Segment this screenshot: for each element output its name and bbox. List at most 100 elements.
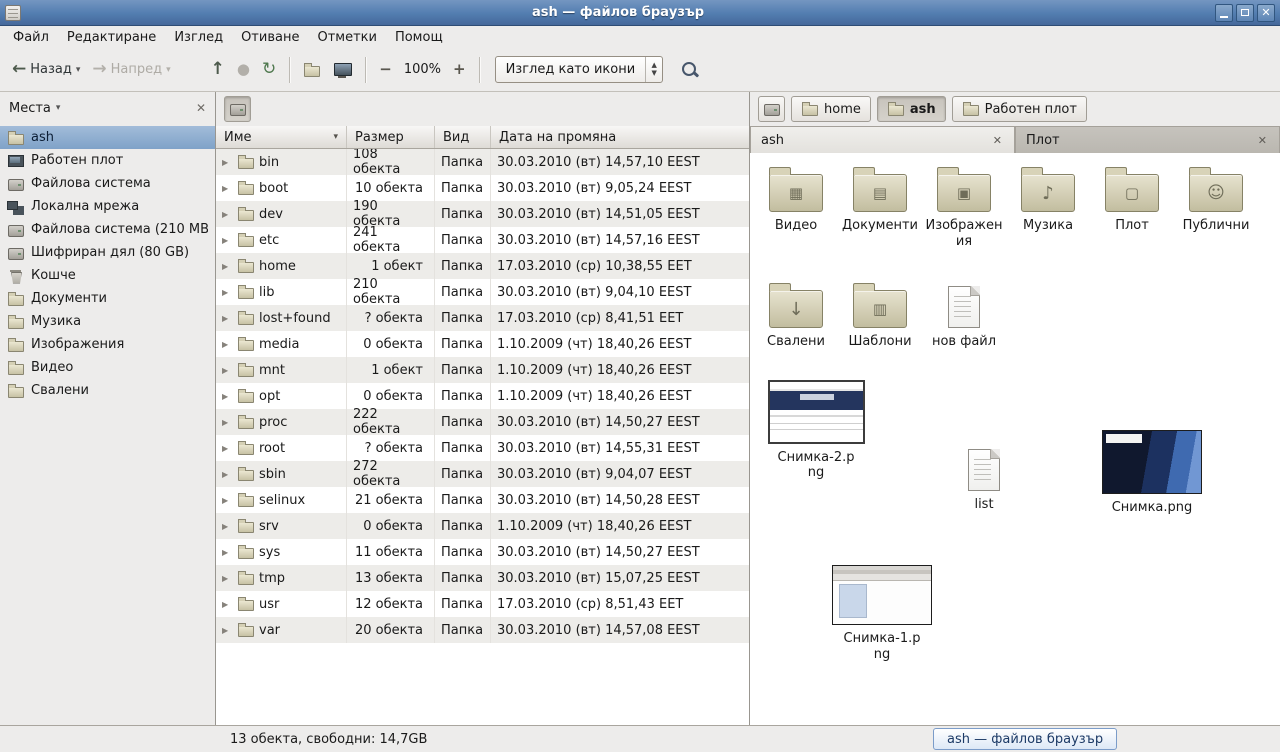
root-breadcrumb-button[interactable] xyxy=(758,96,785,122)
expander-icon[interactable]: ▶ xyxy=(222,366,233,375)
icon-grid-item[interactable]: Снимка.png xyxy=(1096,430,1208,516)
home-button[interactable] xyxy=(297,57,327,83)
icon-view[interactable]: Видео Документи Изображения xyxy=(750,153,1280,725)
expander-icon[interactable]: ▶ xyxy=(222,522,233,531)
menu-item[interactable]: Изглед xyxy=(165,28,232,47)
expander-icon[interactable]: ▶ xyxy=(222,574,233,583)
expander-icon[interactable]: ▶ xyxy=(222,340,233,349)
column-header[interactable]: Вид ▾ xyxy=(435,126,491,148)
close-button[interactable]: ✕ xyxy=(1257,4,1275,22)
root-breadcrumb-button[interactable] xyxy=(224,96,251,122)
chevron-down-icon[interactable]: ▾ xyxy=(56,103,61,113)
table-row[interactable]: ▶ usr 12 обекта Папка 17.03.2010 (ср) 8,… xyxy=(216,591,749,617)
sidebar-item[interactable]: Свалени xyxy=(0,379,215,402)
tab-close-icon[interactable]: ✕ xyxy=(991,134,1004,147)
icon-grid-item[interactable]: Изображения xyxy=(922,165,1006,249)
table-row[interactable]: ▶ sys 11 обекта Папка 30.03.2010 (вт) 14… xyxy=(216,539,749,565)
expander-icon[interactable]: ▶ xyxy=(222,418,233,427)
sidebar-item[interactable]: Локална мрежа xyxy=(0,195,215,218)
icon-grid-item[interactable]: Видео xyxy=(754,165,838,234)
column-header[interactable]: Име ▾ xyxy=(216,126,347,148)
back-dropdown-icon[interactable]: ▾ xyxy=(76,65,81,75)
table-row[interactable]: ▶ bin 108 обекта Папка 30.03.2010 (вт) 1… xyxy=(216,149,749,175)
menu-item[interactable]: Файл xyxy=(4,28,58,47)
tab[interactable]: ash ✕ xyxy=(750,126,1015,153)
breadcrumb-button[interactable]: ash xyxy=(877,96,946,122)
table-row[interactable]: ▶ dev 190 обекта Папка 30.03.2010 (вт) 1… xyxy=(216,201,749,227)
expander-icon[interactable]: ▶ xyxy=(222,470,233,479)
sidebar-item[interactable]: ash xyxy=(0,126,215,149)
back-button[interactable]: ← Назад ▾ xyxy=(6,56,86,83)
sidebar-item[interactable]: Изображения xyxy=(0,333,215,356)
table-row[interactable]: ▶ srv 0 обекта Папка 1.10.2009 (чт) 18,4… xyxy=(216,513,749,539)
column-header[interactable]: Размер ▾ xyxy=(347,126,435,148)
expander-icon[interactable]: ▶ xyxy=(222,314,233,323)
icon-grid-item[interactable]: Публични xyxy=(1174,165,1258,234)
expander-icon[interactable]: ▶ xyxy=(222,496,233,505)
table-row[interactable]: ▶ sbin 272 обекта Папка 30.03.2010 (вт) … xyxy=(216,461,749,487)
icon-grid-item[interactable]: Свалени xyxy=(754,281,838,350)
view-mode-select[interactable]: Изглед като икони ▲▼ xyxy=(495,56,664,83)
table-row[interactable]: ▶ tmp 13 обекта Папка 30.03.2010 (вт) 15… xyxy=(216,565,749,591)
menu-item[interactable]: Помощ xyxy=(386,28,452,47)
combo-arrows-icon[interactable]: ▲▼ xyxy=(645,57,662,82)
sidebar-item[interactable]: Кошче xyxy=(0,264,215,287)
sidebar-item[interactable]: Файлова система xyxy=(0,172,215,195)
sidebar-item[interactable]: Видео xyxy=(0,356,215,379)
expander-icon[interactable]: ▶ xyxy=(222,444,233,453)
expander-icon[interactable]: ▶ xyxy=(222,626,233,635)
icon-grid-item[interactable]: Документи xyxy=(838,165,922,234)
breadcrumb-button[interactable]: home xyxy=(791,96,871,122)
expander-icon[interactable]: ▶ xyxy=(222,288,233,297)
table-row[interactable]: ▶ media 0 обекта Папка 1.10.2009 (чт) 18… xyxy=(216,331,749,357)
table-row[interactable]: ▶ mnt 1 обект Папка 1.10.2009 (чт) 18,40… xyxy=(216,357,749,383)
table-row[interactable]: ▶ home 1 обект Папка 17.03.2010 (ср) 10,… xyxy=(216,253,749,279)
menu-item[interactable]: Отметки xyxy=(308,28,385,47)
icon-grid-item[interactable]: Плот xyxy=(1090,165,1174,234)
table-row[interactable]: ▶ lost+found ? обекта Папка 17.03.2010 (… xyxy=(216,305,749,331)
expander-icon[interactable]: ▶ xyxy=(222,548,233,557)
minimize-button[interactable] xyxy=(1215,4,1233,22)
sidebar-title[interactable]: Места xyxy=(9,101,51,116)
expander-icon[interactable]: ▶ xyxy=(222,184,233,193)
tab-close-icon[interactable]: ✕ xyxy=(1256,134,1269,147)
sidebar-close-button[interactable]: ✕ xyxy=(196,101,206,115)
menu-item[interactable]: Редактиране xyxy=(58,28,165,47)
table-row[interactable]: ▶ etc 241 обекта Папка 30.03.2010 (вт) 1… xyxy=(216,227,749,253)
breadcrumb-button[interactable]: Работен плот xyxy=(952,96,1087,122)
icon-grid-item[interactable]: Шаблони xyxy=(838,281,922,350)
table-row[interactable]: ▶ var 20 обекта Папка 30.03.2010 (вт) 14… xyxy=(216,617,749,643)
table-row[interactable]: ▶ proc 222 обекта Папка 30.03.2010 (вт) … xyxy=(216,409,749,435)
icon-grid-item[interactable]: Музика xyxy=(1006,165,1090,234)
table-row[interactable]: ▶ opt 0 обекта Папка 1.10.2009 (чт) 18,4… xyxy=(216,383,749,409)
sidebar-item[interactable]: Документи xyxy=(0,287,215,310)
search-button[interactable] xyxy=(675,56,705,84)
table-row[interactable]: ▶ lib 210 обекта Папка 30.03.2010 (вт) 9… xyxy=(216,279,749,305)
table-row[interactable]: ▶ selinux 21 обекта Папка 30.03.2010 (вт… xyxy=(216,487,749,513)
menu-item[interactable]: Отиване xyxy=(232,28,308,47)
up-button[interactable]: ↑ xyxy=(205,56,231,83)
expander-icon[interactable]: ▶ xyxy=(222,158,233,167)
sidebar-item[interactable]: Шифриран дял (80 GB) xyxy=(0,241,215,264)
expander-icon[interactable]: ▶ xyxy=(222,392,233,401)
maximize-button[interactable] xyxy=(1236,4,1254,22)
table-row[interactable]: ▶ boot 10 обекта Папка 30.03.2010 (вт) 9… xyxy=(216,175,749,201)
stop-button[interactable]: ● xyxy=(231,57,256,82)
titlebar[interactable]: ash — файлов браузър ✕ xyxy=(0,0,1280,26)
icon-grid-item[interactable]: нов файл xyxy=(922,281,1006,350)
expander-icon[interactable]: ▶ xyxy=(222,600,233,609)
reload-button[interactable]: ↻ xyxy=(256,56,282,83)
sidebar-item[interactable]: Музика xyxy=(0,310,215,333)
zoom-in-button[interactable]: + xyxy=(447,57,472,82)
expander-icon[interactable]: ▶ xyxy=(222,262,233,271)
forward-button[interactable]: → Напред ▾ xyxy=(86,56,176,83)
tab[interactable]: Плот ✕ xyxy=(1015,126,1280,153)
zoom-out-button[interactable]: − xyxy=(373,57,398,82)
column-header[interactable]: Дата на промяна ▾ xyxy=(491,126,749,148)
expander-icon[interactable]: ▶ xyxy=(222,236,233,245)
sidebar-item[interactable]: Работен плот xyxy=(0,149,215,172)
table-row[interactable]: ▶ root ? обекта Папка 30.03.2010 (вт) 14… xyxy=(216,435,749,461)
icon-grid-item[interactable]: list xyxy=(928,444,1040,513)
computer-button[interactable] xyxy=(327,57,358,83)
icon-grid-item[interactable]: Снимка-1.png xyxy=(826,565,938,662)
